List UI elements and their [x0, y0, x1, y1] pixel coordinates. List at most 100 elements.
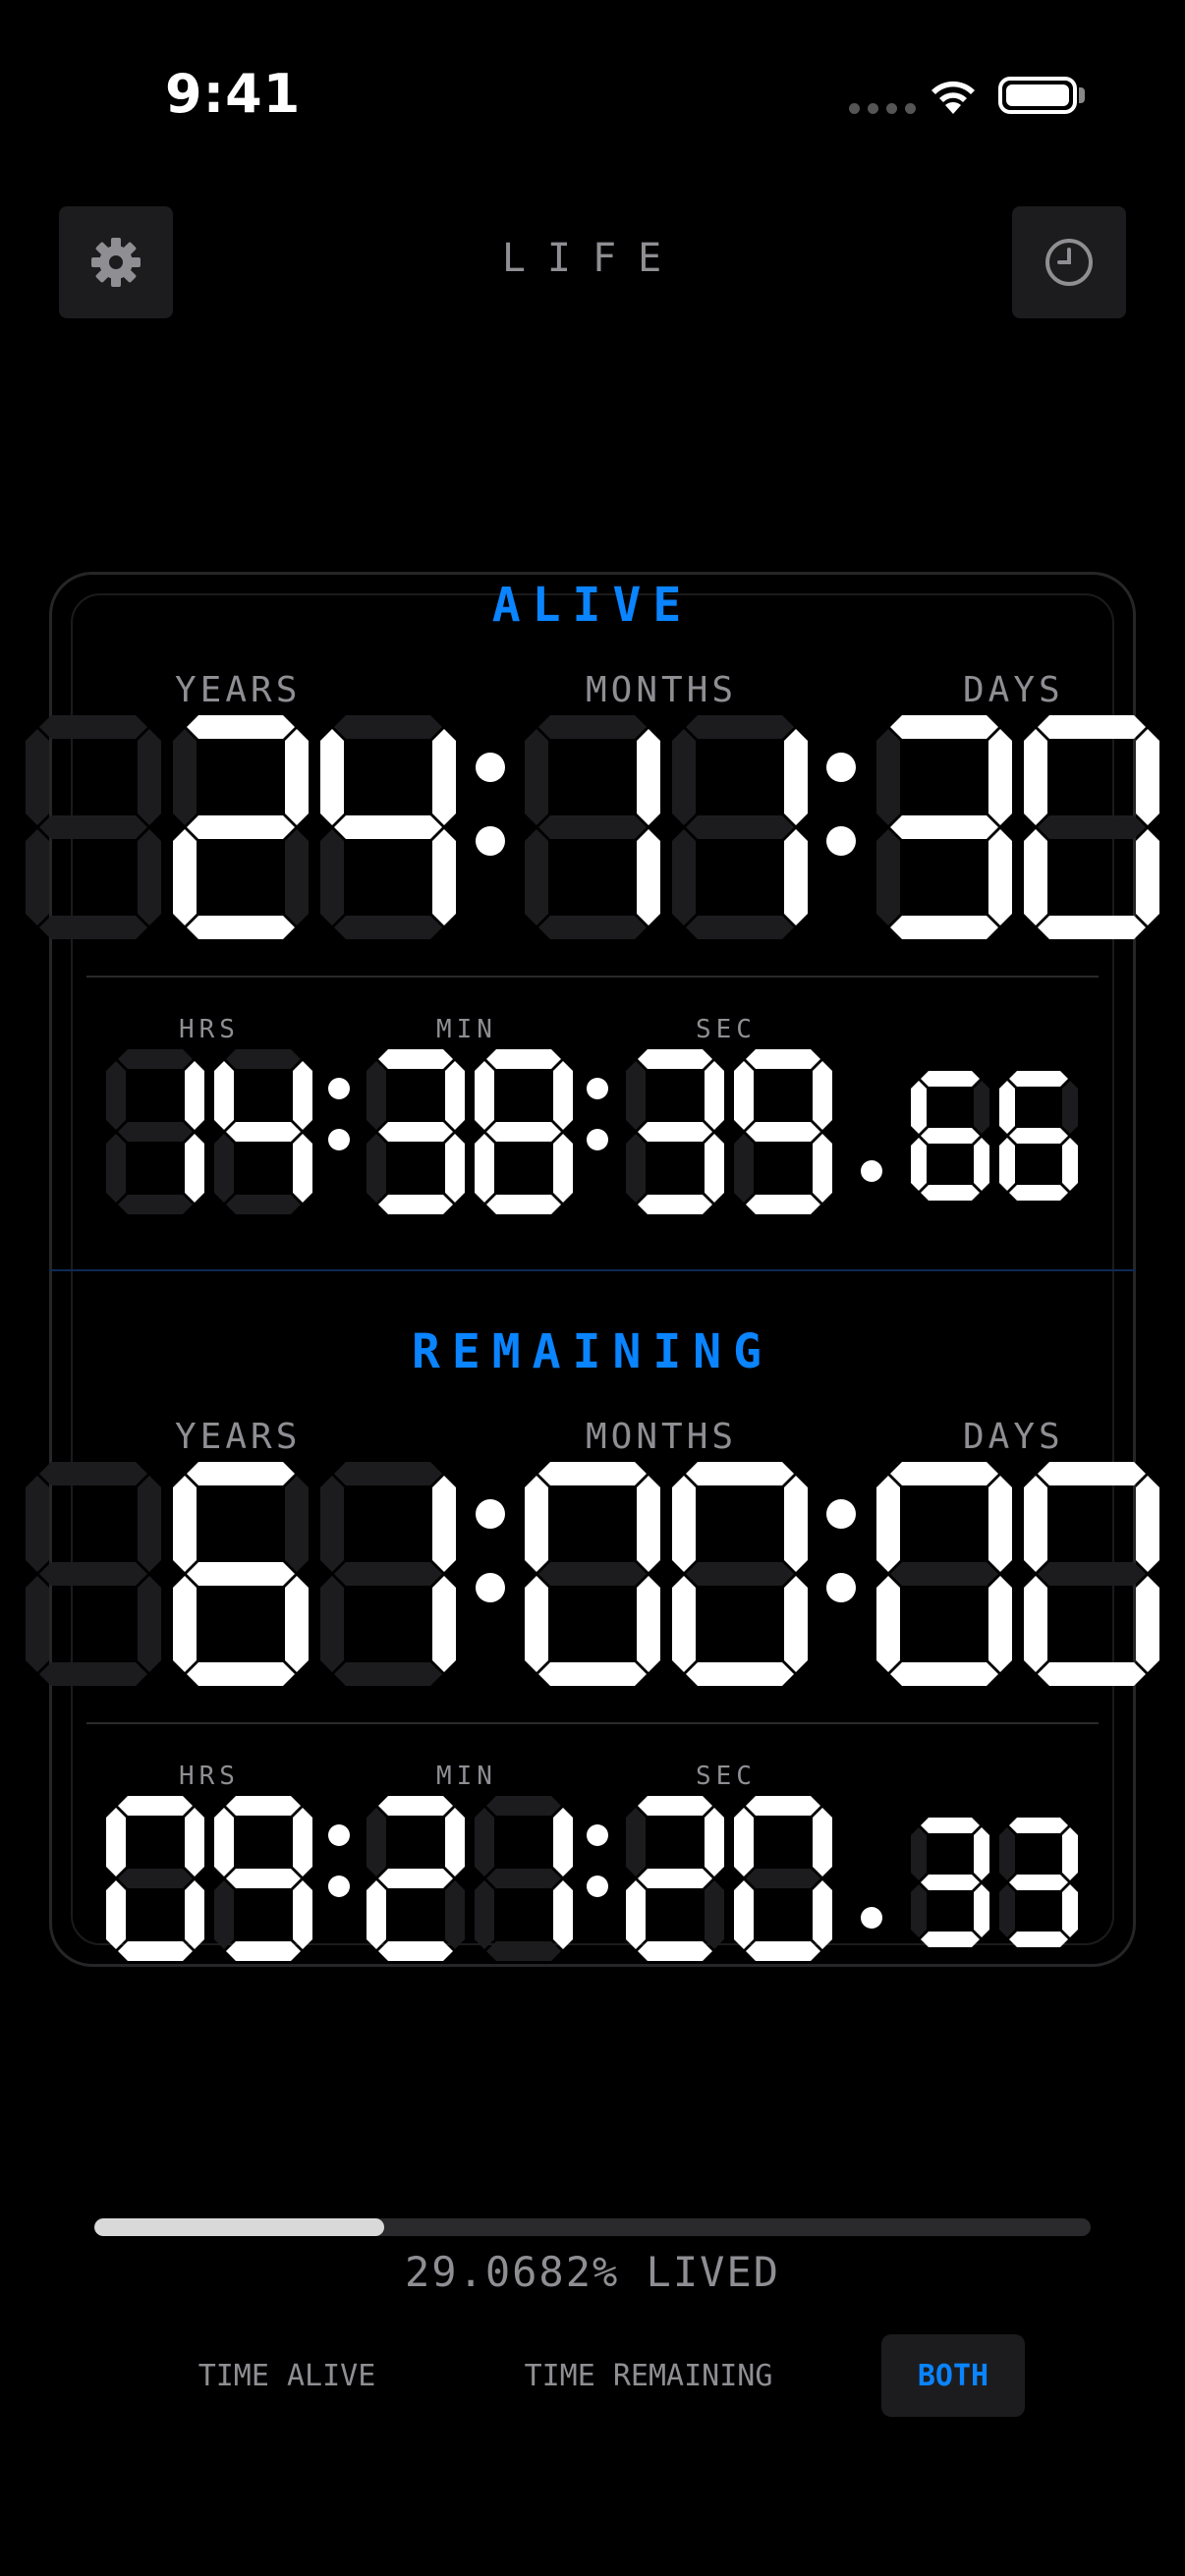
segment-b: [553, 1808, 573, 1876]
segment-e: [106, 1880, 126, 1949]
segment-d: [39, 916, 147, 939]
segment-c: [637, 1576, 660, 1672]
alive-hours-digit: [214, 1049, 312, 1214]
alive-months-digit: [525, 715, 660, 939]
segment-b: [432, 1476, 456, 1572]
segment-b: [813, 1061, 832, 1130]
segment-f: [214, 1061, 234, 1130]
segment-d: [1009, 1185, 1068, 1201]
segment-d: [39, 1662, 147, 1686]
segment-a: [921, 1818, 980, 1833]
segment-d: [486, 1195, 561, 1214]
alive-days-digit: [1024, 715, 1159, 939]
segment-e: [1024, 1576, 1047, 1672]
segment-a: [378, 1796, 453, 1816]
remaining-years-digit: [26, 1462, 161, 1686]
alive-small-colon-2-dot-2: [587, 1129, 608, 1150]
segment-g: [746, 1122, 820, 1142]
segment-d: [921, 1185, 980, 1201]
segment-e: [26, 829, 49, 925]
segment-e: [911, 1138, 927, 1191]
remaining-months-digit: [672, 1462, 808, 1686]
segment-c: [784, 829, 808, 925]
mode-time-alive-button[interactable]: TIME ALIVE: [169, 2334, 405, 2417]
segment-g: [921, 1128, 980, 1144]
segment-f: [475, 1808, 494, 1876]
segment-a: [1009, 1071, 1068, 1087]
segment-a: [39, 1462, 147, 1485]
segment-c: [813, 1134, 832, 1203]
segment-f: [106, 1061, 126, 1130]
segment-g: [334, 815, 442, 839]
segment-d: [187, 1662, 295, 1686]
mode-both-button[interactable]: BOTH: [881, 2334, 1025, 2417]
segment-a: [890, 1462, 998, 1485]
segment-b: [553, 1061, 573, 1130]
segment-a: [334, 1462, 442, 1485]
segment-d: [334, 916, 442, 939]
alive-colon-1-dot-2: [476, 826, 505, 856]
remaining-minutes-digit: [475, 1796, 573, 1961]
segment-g: [378, 1869, 453, 1888]
segment-b: [637, 729, 660, 825]
segment-b: [988, 1476, 1012, 1572]
segment-e: [475, 1880, 494, 1949]
remaining-hours-digit: [214, 1796, 312, 1961]
segment-b: [185, 1808, 204, 1876]
segment-b: [445, 1061, 465, 1130]
segment-b: [1062, 1827, 1078, 1880]
life-progress-fill: [94, 2218, 384, 2236]
segment-f: [1024, 1476, 1047, 1572]
life-progress-bar: [94, 2218, 1091, 2236]
segment-e: [320, 1576, 344, 1672]
segment-d: [538, 1662, 647, 1686]
segment-g: [746, 1869, 820, 1888]
segment-c: [432, 829, 456, 925]
segment-c: [813, 1880, 832, 1949]
segment-f: [367, 1061, 386, 1130]
alive-minutes-digit: [475, 1049, 573, 1214]
segment-g: [334, 1562, 442, 1586]
segment-b: [1136, 729, 1159, 825]
segment-d: [638, 1195, 712, 1214]
segment-g: [226, 1122, 301, 1142]
progress-text: 29.0682% LIVED: [404, 2248, 780, 2296]
segment-b: [705, 1061, 724, 1130]
segment-d: [118, 1941, 193, 1961]
segment-d: [538, 916, 647, 939]
segment-c: [637, 829, 660, 925]
segment-c: [988, 829, 1012, 925]
segment-e: [214, 1880, 234, 1949]
segment-g: [39, 1562, 147, 1586]
segment-a: [1038, 1462, 1146, 1485]
segment-b: [1136, 1476, 1159, 1572]
segment-e: [26, 1576, 49, 1672]
remaining-seconds-digit: [734, 1796, 832, 1961]
segment-b: [974, 1081, 989, 1134]
alive-years-digit: [26, 715, 161, 939]
segment-c: [185, 1134, 204, 1203]
segment-d: [1009, 1932, 1068, 1947]
segment-e: [475, 1134, 494, 1203]
segment-f: [173, 729, 197, 825]
segment-g: [1038, 815, 1146, 839]
segment-f: [734, 1061, 754, 1130]
segment-c: [1136, 829, 1159, 925]
mode-time-remaining-button[interactable]: TIME REMAINING: [491, 2334, 806, 2417]
remaining-small-colon-2-dot-1: [587, 1824, 608, 1846]
seven-segment-display: [26, 715, 1159, 1961]
segment-e: [1024, 829, 1047, 925]
segment-g: [1038, 1562, 1146, 1586]
segment-b: [138, 729, 161, 825]
segment-d: [686, 916, 794, 939]
segment-a: [746, 1796, 820, 1816]
segment-f: [876, 1476, 900, 1572]
segment-c: [784, 1576, 808, 1672]
remaining-colon-2-dot-1: [826, 1499, 856, 1529]
alive-minutes-digit: [367, 1049, 465, 1214]
segment-g: [1009, 1128, 1068, 1144]
segment-f: [320, 729, 344, 825]
segment-c: [138, 1576, 161, 1672]
segment-b: [138, 1476, 161, 1572]
segment-e: [672, 829, 696, 925]
